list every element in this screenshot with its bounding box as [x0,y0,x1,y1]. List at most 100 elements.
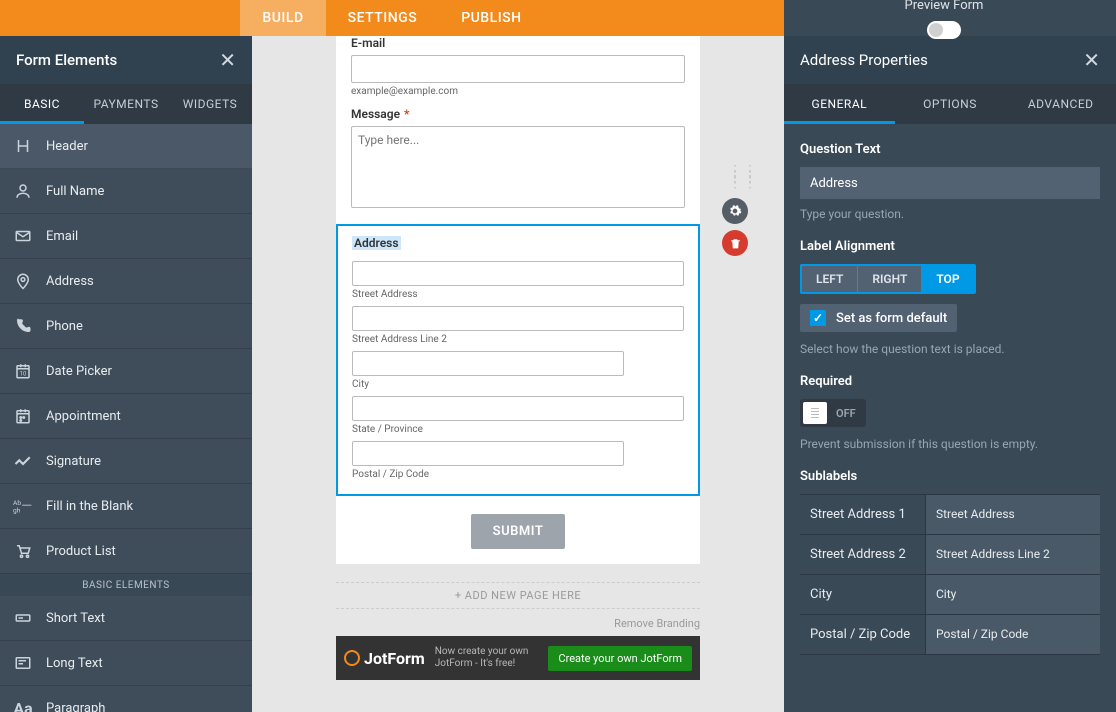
paragraph-icon: Aa [0,699,46,712]
form-canvas-area: E-mail example@example.com Message* Addr… [252,36,784,712]
sublabels-label: Sublabels [800,469,1100,484]
drag-handle-icon[interactable]: ⋮⋮⋮⋮⋮⋮ [728,168,742,186]
element-signature[interactable]: Signature [0,439,252,484]
sublabel-value-input[interactable]: Street Address [926,495,1100,534]
sublabel-value-input[interactable]: Postal / Zip Code [926,615,1100,654]
trash-icon[interactable] [722,230,748,256]
jotform-logo: JotForm [344,649,425,668]
message-label: Message* [351,107,685,121]
sublabel-value-input[interactable]: City [926,575,1100,614]
set-default-checkbox-row[interactable]: ✓ Set as form default [800,304,957,332]
user-icon [0,182,46,200]
message-textarea[interactable] [351,126,685,208]
toggle-knob [803,402,827,424]
element-appointment[interactable]: Appointment [0,394,252,439]
tab-general[interactable]: GENERAL [784,84,895,124]
toggle-state-label: OFF [830,407,866,420]
shorttext-icon [0,609,46,627]
cart-icon [0,542,46,560]
element-label: Signature [46,454,101,469]
element-fullname[interactable]: Full Name [0,169,252,214]
sublabel-row: Street Address 2 Street Address Line 2 [800,535,1100,575]
city-sublabel: City [352,379,684,390]
tab-publish[interactable]: PUBLISH [439,0,543,36]
street2-input[interactable] [352,306,684,331]
element-label: Full Name [46,184,104,199]
element-shorttext[interactable]: Short Text [0,596,252,641]
align-top-button[interactable]: TOP [922,266,973,292]
sublabel-row: Postal / Zip Code Postal / Zip Code [800,615,1100,654]
svg-text:10: 10 [20,371,27,378]
element-email[interactable]: Email [0,214,252,259]
element-datepicker[interactable]: 10 Date Picker [0,349,252,394]
gear-icon[interactable] [722,198,748,224]
close-icon[interactable]: ✕ [1083,48,1100,72]
element-productlist[interactable]: Product List [0,529,252,574]
field-side-actions: ⋮⋮⋮⋮⋮⋮ [722,168,748,256]
tab-advanced[interactable]: ADVANCED [1005,84,1116,124]
required-label: Required [800,374,1100,389]
form-canvas[interactable]: E-mail example@example.com Message* Addr… [336,36,700,564]
preview-form-toggle[interactable] [927,21,961,39]
heading-icon [0,137,46,155]
email-label: E-mail [351,36,685,50]
label-alignment-group: LEFT RIGHT TOP [800,264,976,294]
email-input[interactable] [351,55,685,83]
sublabel-row: Street Address 1 Street Address [800,495,1100,535]
required-toggle[interactable]: OFF [800,399,866,427]
tab-options[interactable]: OPTIONS [895,84,1006,124]
properties-title: Address Properties [800,51,928,69]
element-label: Long Text [46,656,103,671]
banner-text: Now create your own JotForm - It's free! [435,646,539,670]
calendar-icon: 10 [0,362,46,380]
postal-sublabel: Postal / Zip Code [352,469,684,480]
tab-build[interactable]: BUILD [240,0,325,36]
address-properties-panel: Address Properties ✕ GENERAL OPTIONS ADV… [784,36,1116,712]
required-hint: Prevent submission if this question is e… [800,437,1100,451]
fillblank-icon: Abgh [0,498,46,514]
tab-settings[interactable]: SETTINGS [326,0,440,36]
element-label: Product List [46,544,116,559]
mail-icon [0,227,46,245]
element-label: Header [46,139,88,154]
question-text-input[interactable] [800,167,1100,199]
element-phone[interactable]: Phone [0,304,252,349]
element-label: Appointment [46,409,121,424]
state-input[interactable] [352,396,684,421]
jotform-banner: JotForm Now create your own JotForm - It… [336,636,700,680]
element-paragraph[interactable]: Aa Paragraph [0,686,252,712]
align-left-button[interactable]: LEFT [802,266,858,292]
appointment-icon [0,407,46,425]
submit-button[interactable]: SUBMIT [471,514,566,549]
state-sublabel: State / Province [352,424,684,435]
email-hint: example@example.com [351,86,685,97]
address-label: Address [352,236,684,250]
element-label: Short Text [46,611,105,626]
add-new-page-button[interactable]: + ADD NEW PAGE HERE [336,582,700,609]
element-fillblank[interactable]: Abgh Fill in the Blank [0,484,252,529]
element-header[interactable]: Header [0,124,252,169]
element-longtext[interactable]: Long Text [0,641,252,686]
element-address[interactable]: Address [0,259,252,304]
pin-icon [0,272,46,290]
signature-icon [0,452,46,470]
align-right-button[interactable]: RIGHT [858,266,922,292]
element-label: Email [46,229,78,244]
checkbox-checked-icon: ✓ [810,310,826,326]
tab-widgets[interactable]: WIDGETS [168,84,252,124]
longtext-icon [0,654,46,672]
close-icon[interactable]: ✕ [219,48,236,72]
sublabel-value-input[interactable]: Street Address Line 2 [926,535,1100,574]
sublabel-row: City City [800,575,1100,615]
tab-basic[interactable]: BASIC [0,84,84,124]
sublabel-key: Street Address 1 [800,495,926,534]
element-label: Date Picker [46,364,112,379]
element-label: Address [46,274,94,289]
postal-input[interactable] [352,441,624,466]
address-field-selected[interactable]: Address Street Address Street Address Li… [336,224,700,496]
create-jotform-button[interactable]: Create your own JotForm [548,646,692,671]
street-input[interactable] [352,261,684,286]
city-input[interactable] [352,351,624,376]
remove-branding-link[interactable]: Remove Branding [336,617,700,630]
tab-payments[interactable]: PAYMENTS [84,84,168,124]
